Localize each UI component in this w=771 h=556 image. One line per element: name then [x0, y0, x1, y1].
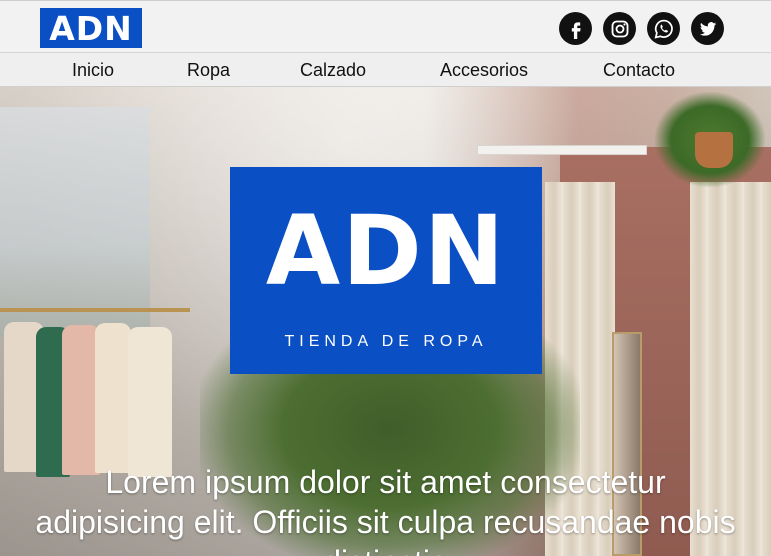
ceiling-lamp [477, 145, 647, 155]
main-nav: Inicio Ropa Calzado Accesorios Contacto [0, 52, 771, 87]
social-links [559, 12, 724, 45]
hero-text: Lorem ipsum dolor sit amet consectetur a… [35, 464, 736, 556]
facebook-icon[interactable] [559, 12, 592, 45]
brand-logo[interactable]: ADN [40, 8, 142, 48]
plant-pot [695, 132, 733, 168]
garment [95, 323, 131, 473]
page: ADN Inicio Ropa Calzado Accesorios Conta… [0, 0, 771, 556]
twitter-icon[interactable] [691, 12, 724, 45]
header: ADN [0, 0, 771, 52]
whatsapp-icon[interactable] [647, 12, 680, 45]
garment [128, 327, 172, 477]
nav-item-accesorios[interactable]: Accesorios [440, 59, 528, 81]
nav-item-contacto[interactable]: Contacto [603, 59, 675, 81]
instagram-icon[interactable] [603, 12, 636, 45]
nav-item-ropa[interactable]: Ropa [187, 59, 230, 81]
hero-logo-subtitle: TIENDA DE ROPA [284, 333, 488, 350]
wall-art [0, 107, 150, 337]
clothing-rail [0, 308, 190, 312]
hero-logo: ADN TIENDA DE ROPA [230, 167, 542, 374]
brand-logo-text: ADN [49, 8, 133, 48]
nav-item-calzado[interactable]: Calzado [300, 59, 366, 81]
nav-item-inicio[interactable]: Inicio [72, 59, 114, 81]
hero-logo-text: ADN [265, 195, 507, 307]
